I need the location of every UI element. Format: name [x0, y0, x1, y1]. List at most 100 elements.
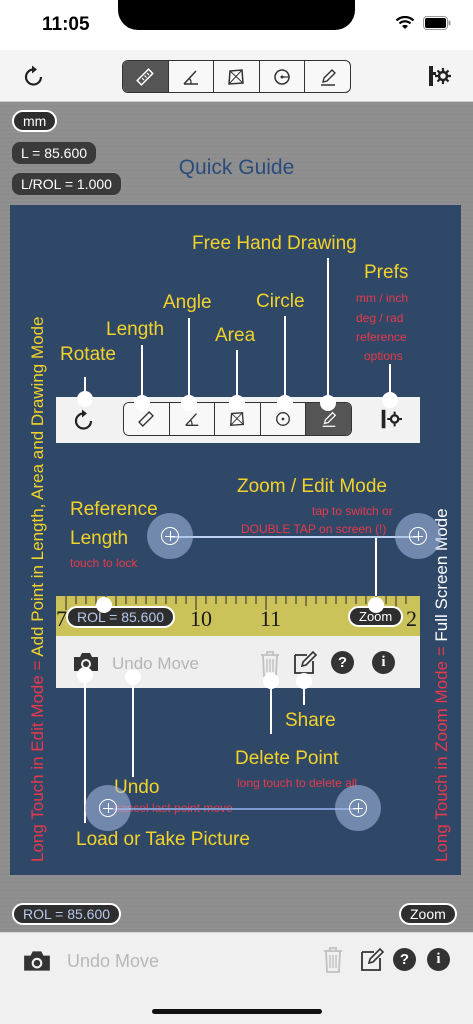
dot-prefs: [382, 392, 398, 408]
reference-handle-right[interactable]: [395, 513, 441, 559]
help-icon[interactable]: ?: [393, 948, 416, 971]
rotate-icon: [24, 65, 43, 86]
mini-rol-button: ROL = 85.600: [66, 606, 176, 628]
prefs-button[interactable]: [424, 62, 452, 90]
label-circle: Circle: [256, 291, 305, 312]
label-touch-lock: touch to lock: [70, 556, 138, 570]
notch: [118, 0, 355, 30]
connector-undo: [132, 685, 134, 777]
status-bar: 11:05: [0, 0, 473, 50]
connector-trash: [270, 689, 272, 734]
mode-circle-tab[interactable]: [260, 61, 306, 92]
pencil-icon: [320, 68, 336, 86]
right-vertical-red: Long Touch in Zoom Mode =: [432, 641, 451, 862]
reference-line: [170, 536, 418, 538]
dot-length: [134, 395, 150, 411]
label-load-picture: Load or Take Picture: [76, 829, 250, 850]
circle-icon: [274, 68, 290, 85]
undo-move-button[interactable]: Undo Move: [67, 951, 159, 972]
mini-help-icon: ?: [331, 651, 354, 674]
prefs-icon: [429, 66, 451, 86]
label-area: Area: [215, 325, 256, 346]
guide-mini-bottom-bar: Undo Move ? i: [56, 636, 420, 688]
dot-share: [296, 673, 312, 689]
label-prefs-sub4: options: [364, 349, 403, 363]
status-time: 11:05: [42, 14, 90, 35]
dot-undo: [125, 669, 141, 685]
mode-angle-tab[interactable]: [169, 61, 215, 92]
mode-segmented-control: [122, 60, 351, 93]
dot-reference: [96, 597, 112, 613]
right-vertical-note: Long Touch in Zoom Mode = Full Screen Mo…: [432, 508, 452, 862]
area-icon: [228, 68, 245, 85]
status-icons: [395, 16, 451, 30]
label-prefs: Prefs: [364, 262, 409, 283]
left-vertical-note: Long Touch in Edit Mode = Add Point in L…: [28, 317, 48, 863]
connector-length: [141, 345, 143, 399]
dot-free-hand: [320, 395, 336, 411]
connector-share: [303, 689, 305, 705]
camera-icon: [24, 951, 50, 971]
label-delete-sub: long touch to delete all: [237, 776, 358, 790]
measure-line: [108, 808, 358, 810]
left-vertical-yellow: Add Point in Length, Area and Drawing Mo…: [28, 316, 47, 657]
connector-zoom: [375, 538, 377, 602]
rol-button[interactable]: ROL = 85.600: [12, 903, 122, 925]
unit-button[interactable]: mm: [12, 110, 58, 132]
label-zoom-edit: Zoom / Edit Mode: [237, 476, 387, 497]
angle-icon: [183, 69, 198, 85]
label-share: Share: [285, 710, 336, 731]
ruler-number-2: 10: [190, 606, 212, 631]
ruler-number-3: 11: [260, 606, 282, 631]
dot-rotate: [77, 391, 93, 407]
trash-icon: [324, 947, 342, 973]
label-prefs-sub1: mm / inch: [356, 291, 409, 305]
label-reference-length: Length: [70, 528, 129, 549]
dot-circle: [277, 395, 293, 411]
dot-zoom: [368, 597, 384, 613]
mode-length-tab[interactable]: [123, 61, 169, 92]
ruler-number-4: 2: [406, 606, 417, 631]
label-reference: Reference: [70, 499, 158, 520]
mode-draw-tab[interactable]: [305, 61, 350, 92]
dot-camera: [77, 667, 93, 683]
dot-angle: [181, 395, 197, 411]
label-rotate: Rotate: [60, 344, 116, 365]
wifi-icon: [395, 16, 415, 29]
reference-handle-left[interactable]: [147, 513, 193, 559]
dot-trash: [263, 673, 279, 689]
mini-info-icon: i: [372, 651, 395, 674]
connector-free-hand: [327, 258, 329, 399]
connector-angle: [188, 318, 190, 399]
mini-rotate-icon: [72, 408, 96, 437]
camera-button[interactable]: [22, 947, 52, 975]
top-toolbar: [0, 50, 473, 102]
label-zoom-sub2: DOUBLE TAP on screen (!): [241, 522, 387, 536]
ruler-length-icon: [136, 67, 155, 86]
left-vertical-red: Long Touch in Edit Mode =: [28, 656, 47, 862]
dot-area: [229, 395, 245, 411]
rotate-button[interactable]: [20, 62, 48, 90]
home-indicator: [152, 1009, 322, 1014]
mini-undo-move: Undo Move: [112, 654, 199, 673]
mode-area-tab[interactable]: [214, 61, 260, 92]
label-angle: Angle: [163, 292, 212, 313]
zoom-button[interactable]: Zoom: [399, 903, 457, 925]
label-prefs-sub3: reference: [356, 330, 407, 344]
info-icon[interactable]: i: [427, 948, 450, 971]
guide-title: Quick Guide: [178, 156, 295, 179]
measure-handle-left[interactable]: [85, 785, 131, 831]
mini-prefs-icon: [378, 407, 402, 436]
share-edit-icon: [361, 947, 385, 971]
label-prefs-sub2: deg / rad: [356, 311, 404, 325]
measure-handle-right[interactable]: [335, 785, 381, 831]
delete-button[interactable]: [320, 945, 346, 975]
connector-area: [236, 350, 238, 399]
battery-icon: [423, 16, 451, 30]
label-free-hand: Free Hand Drawing: [192, 233, 357, 254]
connector-circle: [284, 316, 286, 399]
label-length: Length: [106, 319, 165, 340]
label-zoom-sub1: tap to switch or: [312, 504, 393, 518]
label-delete-point: Delete Point: [235, 748, 339, 769]
share-button[interactable]: [358, 946, 386, 974]
